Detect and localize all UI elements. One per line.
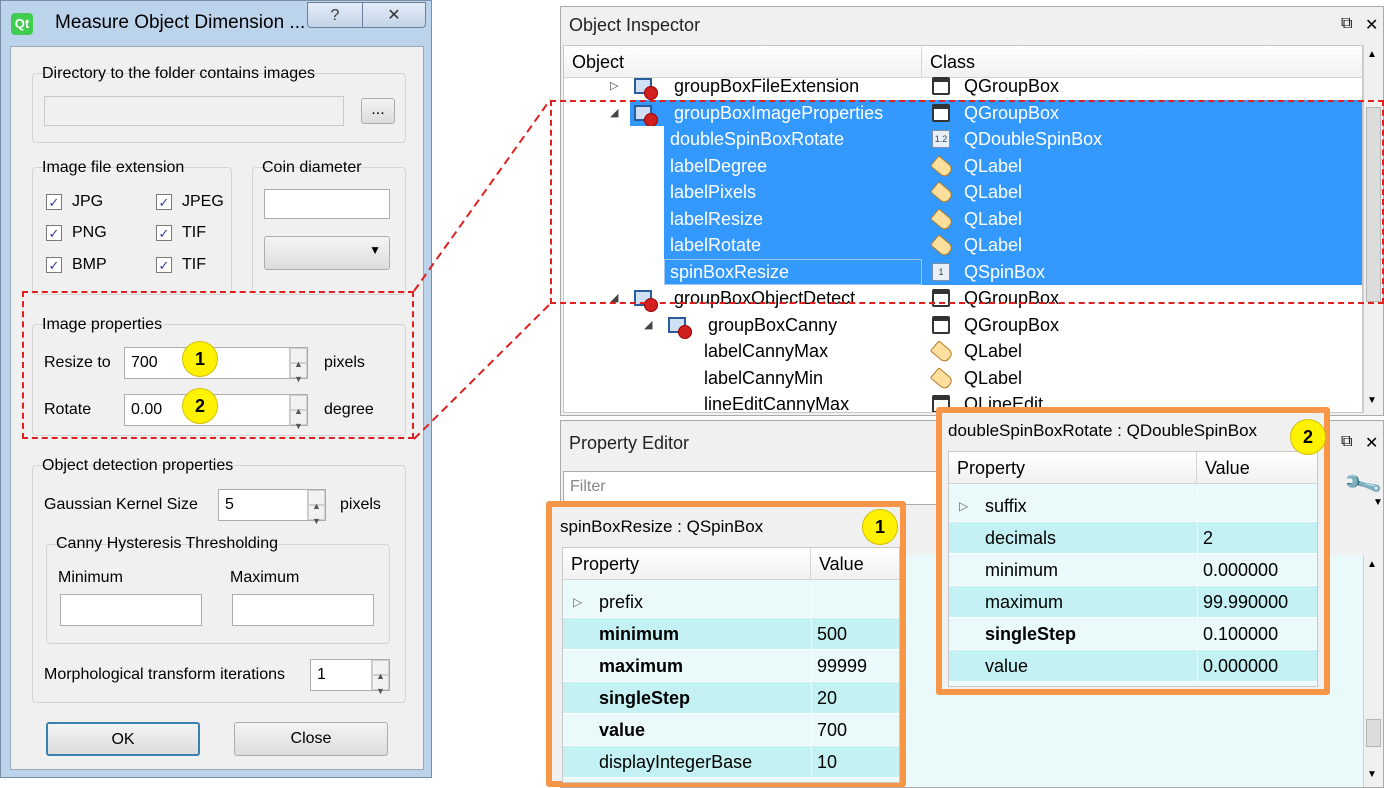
callout-connector-lines xyxy=(413,99,551,440)
connector-line-top xyxy=(413,99,551,292)
connector-line-bottom xyxy=(413,303,551,440)
